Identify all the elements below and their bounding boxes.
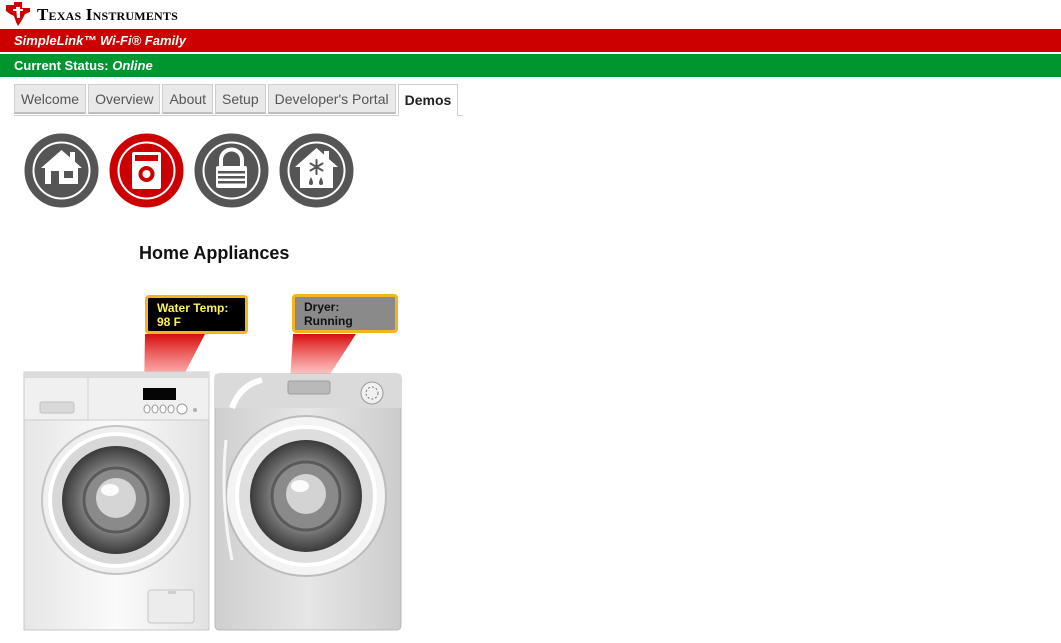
washer-display — [143, 388, 176, 400]
tab-setup[interactable]: Setup — [215, 84, 266, 114]
dryer-machine — [214, 373, 402, 631]
dryer-callout-label: Dryer: — [304, 300, 340, 314]
status-banner: Current Status: Online — [0, 54, 1061, 77]
tab-welcome[interactable]: Welcome — [14, 84, 87, 114]
tab-bar: Welcome Overview About Setup Developer's… — [14, 84, 460, 117]
page: Texas Instruments SimpleLink™ Wi-Fi® Fam… — [0, 0, 1061, 643]
appliance-illustration — [23, 334, 402, 631]
status-value: Online — [112, 58, 153, 73]
dryer-status-callout: Dryer: Running — [292, 294, 398, 333]
ti-logo-icon — [6, 2, 30, 26]
dryer-display — [287, 380, 331, 395]
tab-demos[interactable]: Demos — [397, 84, 459, 117]
tab-developers-portal[interactable]: Developer's Portal — [267, 84, 396, 114]
washer-machine — [23, 371, 210, 631]
washer-status-callout: Water Temp: 98 F — [145, 295, 248, 334]
family-label: SimpleLink™ Wi-Fi® Family — [14, 33, 186, 48]
thermostat-house-icon[interactable] — [279, 133, 354, 208]
logo-bar: Texas Instruments — [0, 0, 1061, 28]
ti-logo-text: Texas Instruments — [37, 5, 178, 24]
status-prefix: Current Status: — [14, 58, 109, 73]
appliance-scene: Water Temp: 98 F Dryer: Running — [0, 290, 420, 643]
status-text: Current Status: Online — [14, 58, 153, 73]
washer-callout-value: 98 F — [157, 315, 182, 329]
dryer-callout-value: Running — [304, 314, 353, 328]
section-title: Home Appliances — [139, 243, 290, 263]
tab-overview[interactable]: Overview — [88, 84, 161, 114]
home-icon[interactable] — [24, 133, 99, 208]
family-banner: SimpleLink™ Wi-Fi® Family — [0, 29, 1061, 52]
washer-icon[interactable] — [109, 133, 184, 208]
tab-about[interactable]: About — [162, 84, 214, 114]
lock-icon[interactable] — [194, 133, 269, 208]
washer-callout-label: Water Temp: — [157, 301, 229, 315]
